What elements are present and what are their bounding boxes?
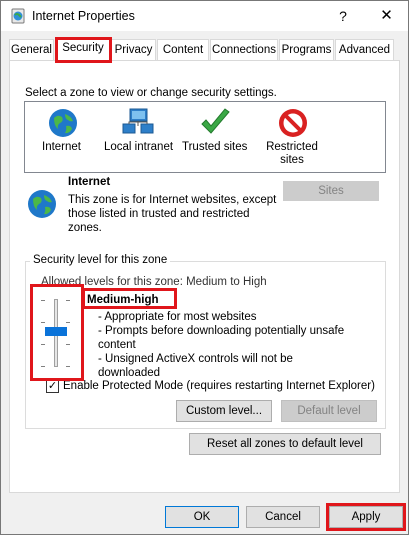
slider-highlight bbox=[30, 284, 84, 381]
zone-list: Internet Local intranet Trusted sites Re… bbox=[24, 101, 386, 173]
internet-properties-window: Internet Properties ? ✕ General Security… bbox=[0, 0, 409, 535]
tab-connections[interactable]: Connections bbox=[210, 39, 278, 60]
default-level-button[interactable]: Default level bbox=[281, 400, 377, 422]
level-description-line: - Appropriate for most websites bbox=[98, 311, 257, 323]
globe-icon bbox=[46, 106, 80, 140]
zone-prompt: Select a zone to view or change security… bbox=[25, 87, 277, 99]
level-description-line: - Unsigned ActiveX controls will not be … bbox=[98, 353, 293, 379]
security-tab-highlight bbox=[55, 37, 112, 63]
zone-info-description: This zone is for Internet websites, exce… bbox=[68, 194, 277, 234]
zone-label: Trusted sites bbox=[182, 141, 248, 153]
sites-button[interactable]: Sites bbox=[283, 181, 379, 201]
tab-advanced[interactable]: Advanced bbox=[335, 39, 394, 60]
restricted-icon bbox=[276, 106, 310, 140]
checkmark-icon bbox=[198, 106, 232, 140]
apply-button-highlight bbox=[326, 503, 406, 531]
close-button[interactable]: ✕ bbox=[365, 1, 408, 31]
level-description-line: - Prompts before downloading potentially… bbox=[98, 325, 345, 351]
reset-all-zones-button[interactable]: Reset all zones to default level bbox=[189, 433, 381, 455]
protected-mode-label: Enable Protected Mode (requires restarti… bbox=[63, 380, 375, 392]
custom-level-button[interactable]: Custom level... bbox=[176, 400, 272, 422]
tab-programs[interactable]: Programs bbox=[279, 39, 334, 60]
internet-properties-icon bbox=[10, 8, 26, 24]
title-bar: Internet Properties ? ✕ bbox=[1, 1, 408, 31]
security-level-description: - Appropriate for most websites - Prompt… bbox=[98, 310, 358, 380]
help-button[interactable]: ? bbox=[323, 1, 363, 31]
zone-label: Local intranet bbox=[104, 141, 174, 153]
zone-info-title: Internet bbox=[68, 176, 111, 188]
protected-mode-checkbox[interactable]: ✓ bbox=[46, 380, 59, 393]
zone-label: Internet bbox=[42, 141, 81, 153]
tab-general[interactable]: General bbox=[9, 39, 54, 60]
level-name-highlight bbox=[82, 288, 177, 309]
network-icon bbox=[121, 106, 155, 140]
zone-label: Restricted sites bbox=[266, 141, 318, 166]
tab-content[interactable]: Content bbox=[157, 39, 209, 60]
globe-icon bbox=[25, 187, 59, 221]
security-level-group-label: Security level for this zone bbox=[30, 254, 171, 266]
cancel-button[interactable]: Cancel bbox=[246, 506, 320, 528]
window-title: Internet Properties bbox=[32, 9, 135, 23]
tab-privacy[interactable]: Privacy bbox=[111, 39, 156, 60]
ok-button[interactable]: OK bbox=[165, 506, 239, 528]
